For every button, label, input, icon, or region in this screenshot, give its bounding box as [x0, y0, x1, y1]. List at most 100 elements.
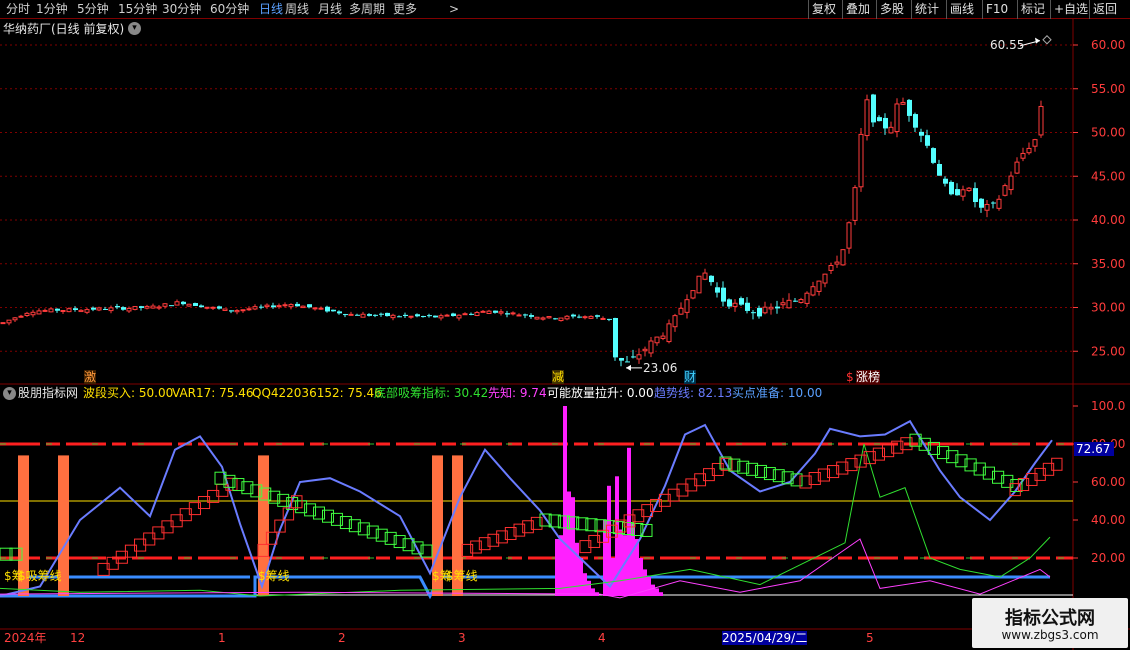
- candle-body-down: [169, 305, 174, 307]
- candle-body-up: [456, 314, 462, 319]
- event-marker-zhangbang[interactable]: 涨榜: [856, 370, 881, 384]
- period-tab-2[interactable]: 5分钟: [77, 1, 109, 17]
- toolbar-button-0[interactable]: 复权: [812, 1, 836, 17]
- candle-body-up: [42, 309, 48, 312]
- event-marker-jian[interactable]: 减: [552, 370, 565, 384]
- time-axis-label: 2025/04/29/二: [722, 631, 808, 645]
- period-tab-9[interactable]: 多周期: [349, 1, 385, 17]
- candle-body-up: [654, 336, 660, 344]
- price-tick-label: 35.00: [1091, 257, 1125, 271]
- candle-body-up: [444, 314, 450, 317]
- candle-body-down: [595, 315, 600, 317]
- candle-body-down: [331, 309, 336, 312]
- toolbar-separator: [1050, 0, 1051, 19]
- toolbar-separator: [1089, 0, 1090, 19]
- candle-body-down: [571, 314, 576, 317]
- event-marker-cai[interactable]: 财: [684, 370, 697, 384]
- candle-body-down: [625, 361, 630, 363]
- candle-body-down: [139, 306, 144, 308]
- candle-body-up: [144, 305, 150, 309]
- toolbar-button-5[interactable]: F10: [986, 1, 1008, 17]
- time-axis-label: 12: [70, 631, 86, 645]
- candle-body-up: [264, 304, 270, 308]
- candle-body-down: [793, 300, 798, 302]
- toolbar-button-3[interactable]: 统计: [915, 1, 939, 17]
- indicator-legend-item: 先知: 9.74: [488, 386, 547, 400]
- period-tab-4[interactable]: 30分钟: [162, 1, 201, 17]
- low-arrow-head: [626, 364, 631, 371]
- candle-body-up: [960, 189, 966, 197]
- period-tab-6[interactable]: 日线: [259, 1, 283, 17]
- candle-body-up: [156, 306, 162, 309]
- time-axis-label: 1: [218, 631, 226, 645]
- candle-body-up: [1038, 105, 1044, 136]
- candle-body-down: [367, 314, 372, 316]
- toolbar-button-7[interactable]: +自选: [1054, 1, 1088, 17]
- candle-body-up: [246, 308, 252, 311]
- time-axis-label: 3: [458, 631, 466, 645]
- candle-body-up: [6, 319, 12, 324]
- more-chevron-icon[interactable]: >: [449, 1, 459, 17]
- candle-body-up: [186, 303, 192, 307]
- magenta-histogram-bar: [647, 577, 651, 596]
- period-tab-1[interactable]: 1分钟: [36, 1, 68, 17]
- candle-body-down: [979, 198, 984, 208]
- toolbar-button-6[interactable]: 标记: [1021, 1, 1045, 17]
- candle-body-down: [271, 305, 276, 308]
- candle-body-down: [181, 301, 186, 305]
- candle-body-down: [403, 314, 408, 316]
- magenta-histogram-bar: [651, 584, 655, 596]
- watermark-title: 指标公式网: [1005, 608, 1095, 629]
- candle-body-down: [751, 312, 756, 314]
- high-arrow-head: [1035, 37, 1040, 44]
- magenta-histogram-bar: [591, 588, 595, 596]
- candle-body-down: [421, 316, 426, 318]
- candle-body-up: [210, 306, 216, 309]
- toolbar-button-8[interactable]: 返回: [1093, 1, 1117, 17]
- toolbar-button-1[interactable]: 叠加: [846, 1, 870, 17]
- candle-body-down: [415, 314, 420, 317]
- candle-body-down: [385, 312, 390, 317]
- candle-body-down: [943, 178, 948, 184]
- period-tab-3[interactable]: 15分钟: [118, 1, 157, 17]
- candle-body-up: [846, 222, 852, 249]
- candle-body-up: [1032, 139, 1038, 147]
- candle-body-up: [240, 309, 246, 312]
- period-tab-7[interactable]: 周线: [285, 1, 309, 17]
- indicator-chevron-icon[interactable]: ▾: [3, 387, 16, 400]
- indicator-legend-item: 趋势线: 82.13: [654, 386, 733, 400]
- candle-body-up: [150, 305, 156, 309]
- candle-body-up: [600, 317, 606, 320]
- period-tab-5[interactable]: 60分钟: [210, 1, 249, 17]
- toolbar-button-2[interactable]: 多股: [880, 1, 904, 17]
- candle-body-down: [493, 310, 498, 313]
- toolbar-separator: [911, 0, 912, 19]
- candle-body-up: [786, 299, 792, 309]
- chevron-down-icon[interactable]: ▾: [128, 22, 141, 35]
- high-price-label: 60.55: [990, 38, 1025, 52]
- candle-body-up: [660, 335, 666, 339]
- period-tab-0[interactable]: 分时: [6, 1, 30, 17]
- candle-body-up: [318, 307, 324, 310]
- chart-axes: 60.00 55.00 50.00 45.00 40.00 35.00 30.00 25.00…: [1073, 38, 1125, 565]
- candle-body-up: [132, 306, 138, 310]
- candle-body-up: [174, 301, 180, 306]
- indicator-legend-item: VAR17: 75.46: [172, 386, 254, 400]
- candle-body-down: [307, 304, 312, 308]
- candle-body-up: [36, 310, 42, 315]
- period-tab-10[interactable]: 更多: [393, 1, 417, 17]
- candle-body-up: [828, 265, 834, 271]
- toolbar-button-4[interactable]: 画线: [950, 1, 974, 17]
- indicator-legend-item: 底部吸筹指标: 30.42: [374, 386, 489, 400]
- candle-body-down: [775, 306, 780, 309]
- period-tab-8[interactable]: 月线: [318, 1, 342, 17]
- magenta-histogram-bar: [555, 539, 559, 596]
- time-axis-label: 2024年: [4, 631, 47, 645]
- candle-body-down: [469, 313, 474, 315]
- price-tick-label: 30.00: [1091, 301, 1125, 315]
- candle-body-down: [91, 307, 96, 310]
- event-marker-ji[interactable]: 激: [84, 370, 97, 384]
- candle-body-up: [288, 304, 294, 308]
- candle-body-down: [955, 189, 960, 196]
- event-marker-dollar[interactable]: $: [846, 370, 854, 384]
